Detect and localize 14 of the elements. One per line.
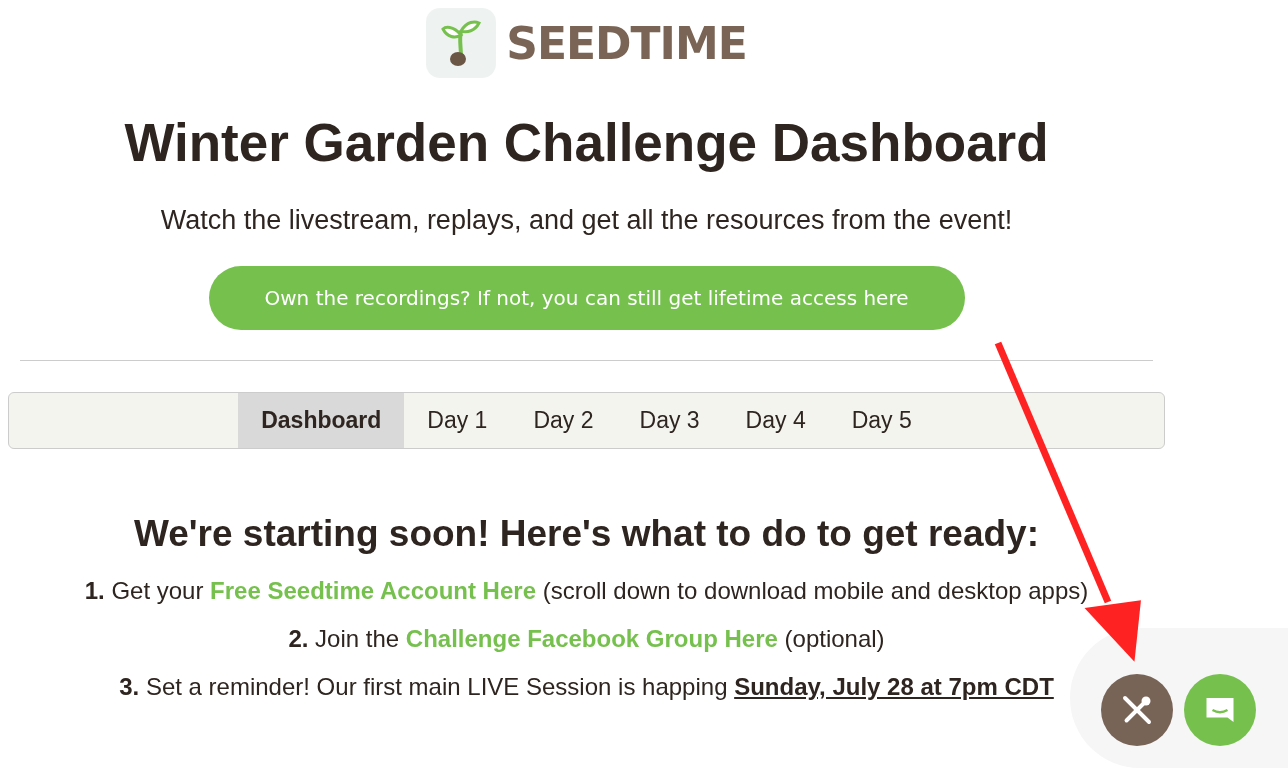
logo-text: SEEDTIME xyxy=(506,17,747,69)
tab[interactable]: Day 3 xyxy=(616,393,723,448)
page-subtitle: Watch the livestream, replays, and get all the resources from the event! xyxy=(160,205,1013,236)
step-text: 3. Set a reminder! Our first main LIVE Session is happing Sunday, July 28 at 7pm CDT xyxy=(119,673,1054,701)
tab[interactable]: Dashboard xyxy=(238,393,405,448)
section-heading: We're starting soon! Here's what to do to get ready: xyxy=(133,513,1039,555)
tab[interactable]: Day 4 xyxy=(722,393,829,448)
tab[interactable]: Day 5 xyxy=(828,393,935,448)
tab[interactable]: Day 1 xyxy=(404,393,511,448)
sprout-icon xyxy=(426,8,497,78)
page-title: Winter Garden Challenge Dashboard xyxy=(124,112,1049,173)
step-text: 2. Join the Challenge Facebook Group Here (optional) xyxy=(288,625,885,653)
tab[interactable]: Day 2 xyxy=(510,393,617,448)
step-text: 1. Get your Free Seedtime Account Here (scroll down to download mobile and desktop apps) xyxy=(84,577,1089,605)
